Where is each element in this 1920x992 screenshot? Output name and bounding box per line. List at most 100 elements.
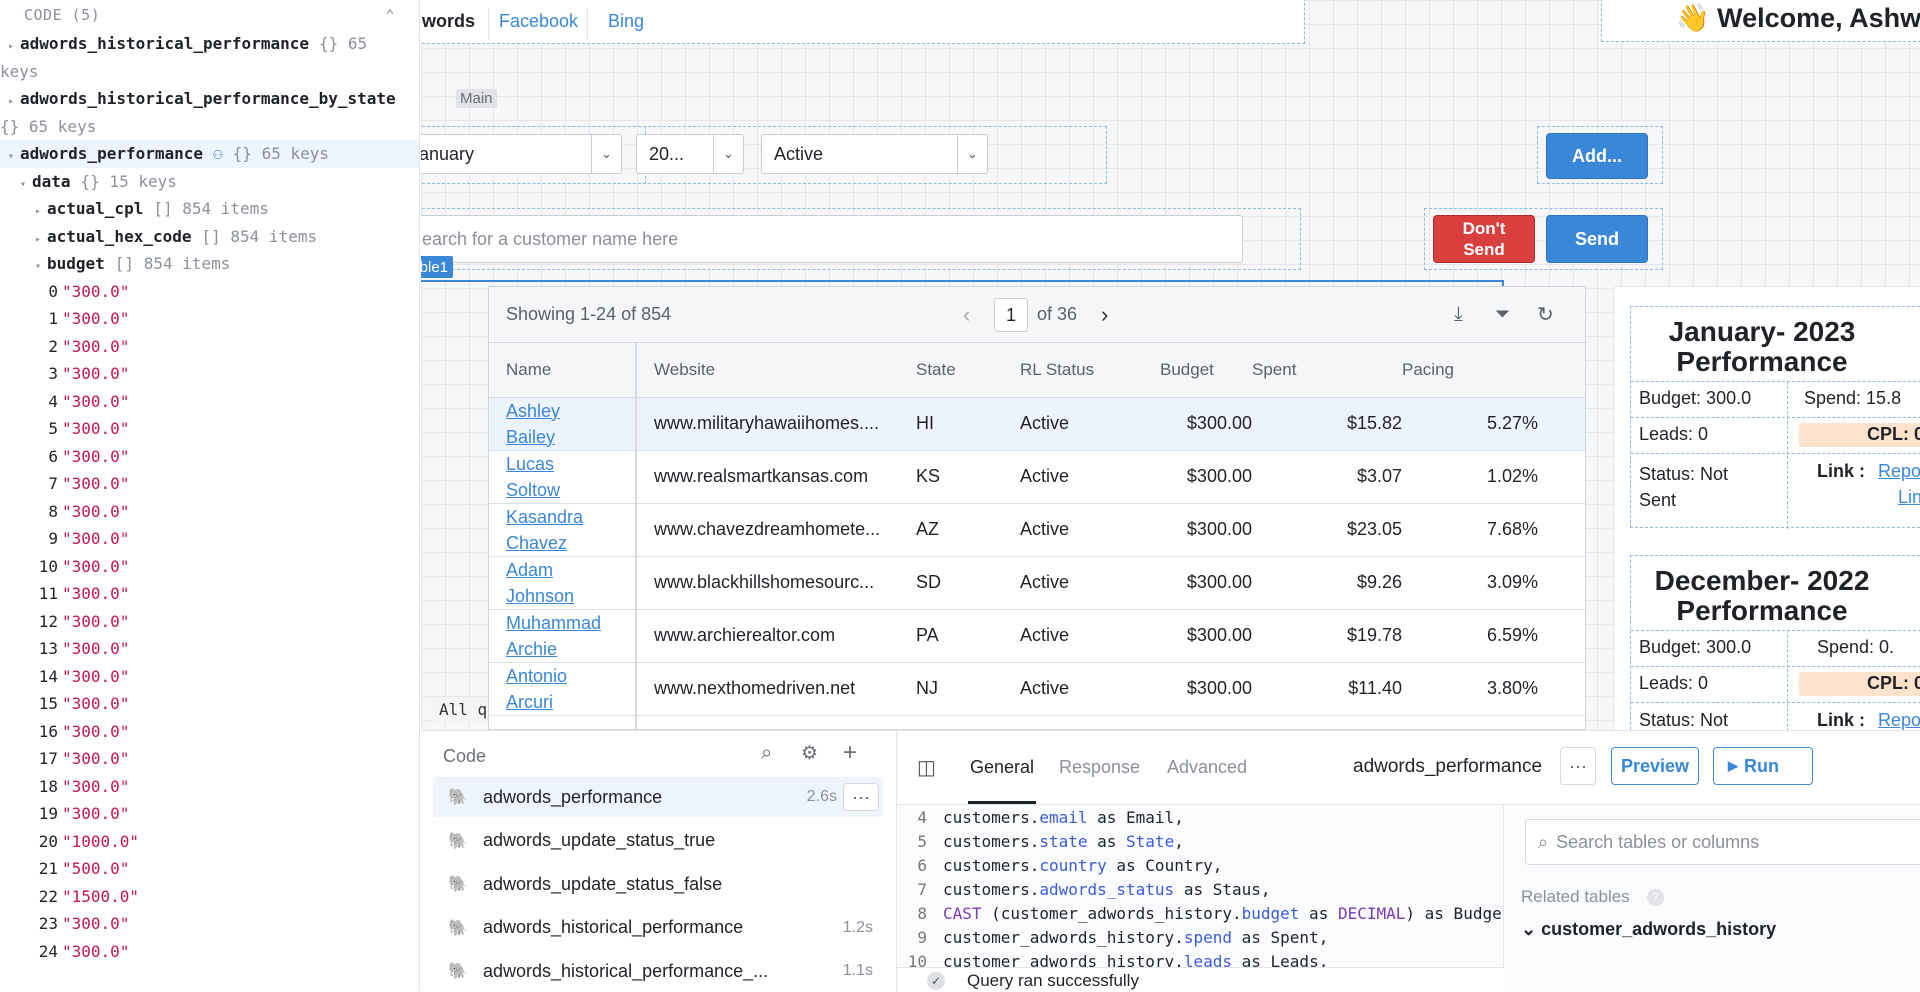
code-token: (customer_adwords_history. [981,904,1242,923]
chevron-up-icon[interactable]: ⌃ [385,6,395,24]
tab-bing[interactable]: Bing [608,11,644,32]
customer-name-link[interactable]: Antonio Arcuri [506,663,635,715]
customer-name-link[interactable]: Muhammad Archie [506,610,635,662]
cell-status: Active [1020,662,1160,716]
cell-state: HI [916,397,1020,451]
array-item[interactable]: 24 "300.0" [0,938,419,966]
array-item[interactable]: 1 "300.0" [0,305,419,333]
state-tree-node[interactable]: ▸ adwords_historical_performance_by_state [0,85,419,113]
status-bar: ✓ Query ran successfully [897,967,1504,992]
refresh-icon[interactable]: ↻ [1537,302,1554,327]
customer-search-input[interactable]: Search for a customer name here [421,215,1243,263]
more-options-button[interactable]: ··· [1560,747,1596,785]
array-item[interactable]: 0 "300.0" [0,278,419,306]
array-item[interactable]: 10 "300.0" [0,553,419,581]
col-header-rl-status[interactable]: RL Status [1020,343,1160,398]
query-item[interactable]: 🐘 adwords_update_status_false [433,864,883,904]
array-item[interactable]: 5 "300.0" [0,415,419,443]
state-tree-node[interactable]: ▸ actual_hex_code [] 854 items [0,223,419,251]
card-leads: Leads: 0 [1639,424,1709,444]
cell-pacing: 1.02% [1402,450,1585,504]
array-item[interactable]: 21 "500.0" [0,855,419,883]
help-icon[interactable]: ? [1647,889,1664,906]
tab-facebook[interactable]: Facebook [499,11,578,32]
array-item[interactable]: 14 "300.0" [0,663,419,691]
tab-advanced[interactable]: Advanced [1167,757,1247,778]
query-item[interactable]: 🐘 adwords_historical_performance_... 1.1s [433,951,883,991]
code-line: 4 customers.email as Email, [897,806,1503,830]
array-item[interactable]: 3 "300.0" [0,360,419,388]
tab-general[interactable]: General [970,757,1034,778]
col-header-budget[interactable]: Budget [1160,343,1252,398]
customer-name-link[interactable]: Lucas Soltow [506,451,635,503]
array-item[interactable]: 4 "300.0" [0,388,419,416]
dont-send-button[interactable]: Don't Send [1433,215,1535,263]
customer-name-link[interactable]: Ashley Bailey [506,398,635,450]
table-row[interactable]: Kasandra Chavez www.chavezdreamhomete... AZ… [489,503,1585,557]
col-header-website[interactable]: Website [636,343,916,398]
table-row[interactable]: Lucas Soltow www.realsmartkansas.com KS Acti… [489,450,1585,504]
schema-search-input[interactable]: ⌕ Search tables or columns [1525,819,1920,865]
filter-icon[interactable]: ⏷ [1495,304,1510,326]
array-item[interactable]: 2 "300.0" [0,333,419,361]
array-item[interactable]: 18 "300.0" [0,773,419,801]
table-row[interactable]: Ashley Bailey www.militaryhawaiihomes.... H… [489,397,1585,451]
table-row[interactable]: Adam Johnson www.blackhillshomesourc... SD A… [489,556,1585,610]
array-item[interactable]: 22 "1500.0" [0,883,419,911]
send-button[interactable]: Send [1546,215,1648,263]
array-item[interactable]: 13 "300.0" [0,635,419,663]
preview-button[interactable]: Preview [1611,747,1699,785]
col-header-name[interactable]: Name [489,343,637,398]
col-header-state[interactable]: State [916,343,1020,398]
tab-adwords[interactable]: Adwords [421,11,475,32]
add-button[interactable]: Add... [1546,133,1648,179]
array-item[interactable]: 9 "300.0" [0,525,419,553]
state-tree-node[interactable]: ▸ adwords_historical_performance {} 65 [0,30,419,58]
array-item[interactable]: 7 "300.0" [0,470,419,498]
array-item[interactable]: 16 "300.0" [0,718,419,746]
state-tree-node[interactable]: ▾ adwords_performance ⚇ {} 65 keys [0,140,419,168]
array-item[interactable]: 11 "300.0" [0,580,419,608]
query-more-button[interactable]: ··· [843,783,879,811]
state-tree-node[interactable]: ▸ actual_cpl [] 854 items [0,195,419,223]
array-item[interactable]: 6 "300.0" [0,443,419,471]
year-select[interactable]: 20... ⌄ [636,134,744,174]
status-select[interactable]: Active ⌄ [761,134,988,174]
sidebar-toggle-icon[interactable]: ◫ [917,755,936,780]
array-item[interactable]: 15 "300.0" [0,690,419,718]
array-item[interactable]: 20 "1000.0" [0,828,419,856]
related-table-item[interactable]: ⌄ customer_adwords_history [1521,919,1776,940]
query-item[interactable]: 🐘 adwords_performance 2.6s ··· [433,777,883,817]
array-item[interactable]: 17 "300.0" [0,745,419,773]
download-icon[interactable]: ⤓ [1454,303,1463,326]
tab-response[interactable]: Response [1059,757,1140,778]
array-item[interactable]: 23 "300.0" [0,910,419,938]
col-header-pacing[interactable]: Pacing [1402,343,1585,398]
sql-editor[interactable]: 4 customers.email as Email, 5 customers.sta… [897,805,1504,967]
run-button[interactable]: ▶ Run [1713,747,1813,785]
customer-name-link[interactable]: Kasandra Chavez [506,504,635,556]
page-input[interactable]: 1 [994,298,1028,332]
array-item[interactable]: 8 "300.0" [0,498,419,526]
cell-spent: $19.78 [1252,609,1402,663]
state-panel-header[interactable]: CODE (5) ⌃ [0,0,419,30]
filter-sliders-icon[interactable]: ⚙ [801,742,818,765]
prev-page-icon[interactable]: ‹ [963,302,970,328]
search-icon[interactable]: ⌕ [761,742,772,765]
editor-header: ◫ General Response Advanced adwords_perf… [897,731,1920,805]
query-item[interactable]: 🐘 adwords_update_status_true [433,821,883,861]
query-title[interactable]: adwords_performance [1353,756,1542,778]
welcome-text: 👋 Welcome, Ashw [1676,3,1920,33]
next-page-icon[interactable]: › [1101,302,1108,328]
customer-name-link[interactable]: Adam Johnson [506,557,635,609]
array-item[interactable]: 19 "300.0" [0,800,419,828]
state-tree-node[interactable]: ▾ budget [] 854 items [0,250,419,278]
table-row[interactable]: Antonio Arcuri www.nexthomedriven.net NJ Act… [489,662,1585,716]
add-query-icon[interactable]: + [843,739,857,767]
state-tree-node[interactable]: ▾ data {} 15 keys [0,168,419,196]
table-row[interactable]: Muhammad Archie www.archierealtor.com PA Act… [489,609,1585,663]
query-item[interactable]: 🐘 adwords_historical_performance 1.2s [433,908,883,948]
array-item[interactable]: 12 "300.0" [0,608,419,636]
month-select[interactable]: January ⌄ [421,134,622,174]
col-header-spent[interactable]: Spent [1252,343,1402,398]
